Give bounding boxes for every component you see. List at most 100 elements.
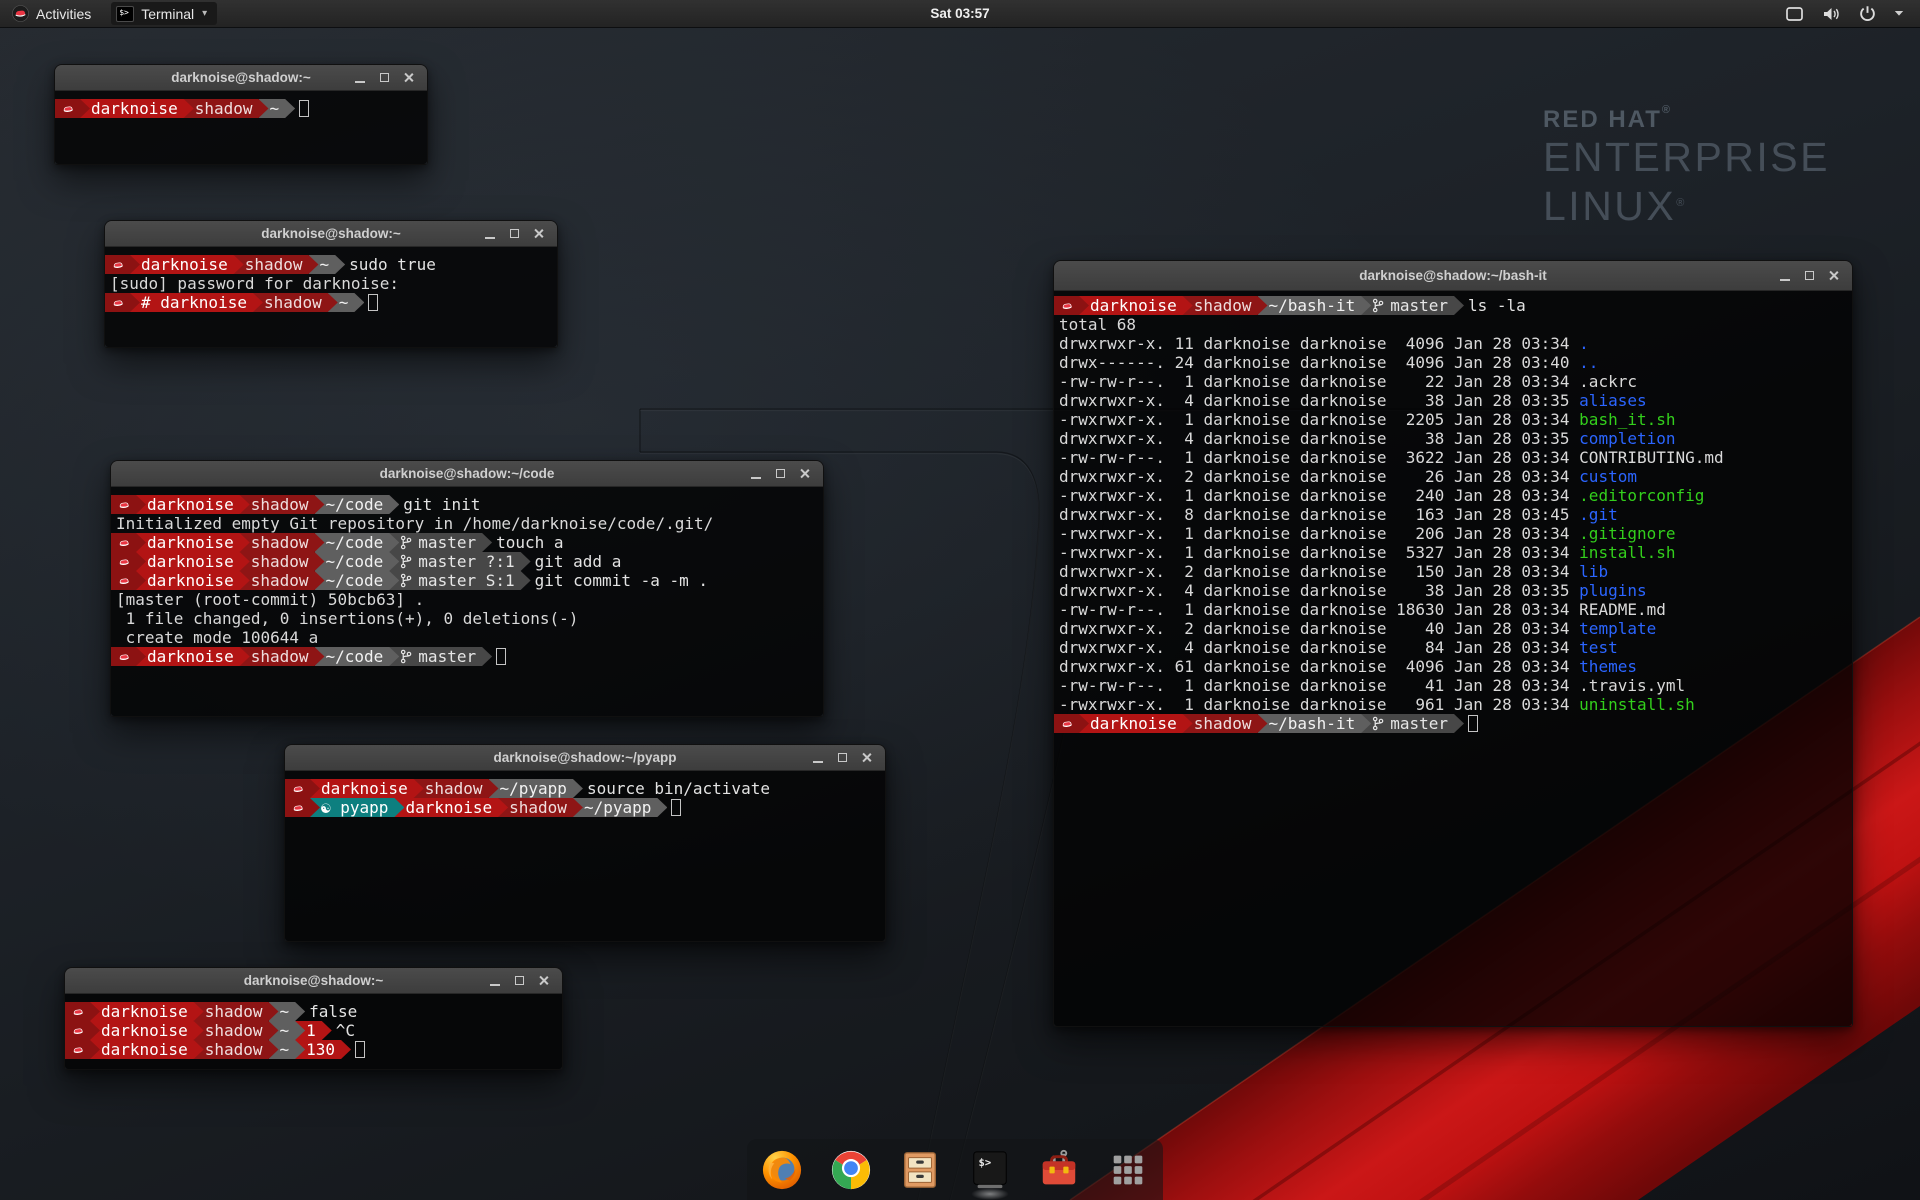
window-title: darknoise@shadow:~/bash-it: [1054, 268, 1852, 283]
redhat-fedora-icon: [1060, 718, 1075, 730]
dock-item-chrome[interactable]: [830, 1149, 872, 1191]
activities-button[interactable]: Activities: [0, 0, 101, 27]
volume-icon[interactable]: [1822, 6, 1841, 22]
output-line: -rw-rw-r--. 1 darknoise darknoise 41 Jan…: [1054, 676, 1852, 695]
close-button[interactable]: [526, 224, 550, 244]
redhat-fedora-icon: [291, 802, 306, 814]
firefox-icon: [761, 1149, 803, 1191]
terminal-screen[interactable]: darknoiseshadow~/bash-itmasterls -latota…: [1054, 291, 1852, 1026]
prompt-line: darknoiseshadow~/codemastertouch a: [111, 533, 823, 552]
prompt-segment-git: master S:1: [389, 571, 530, 590]
titlebar[interactable]: darknoise@shadow:~: [105, 221, 557, 247]
output-line: drwxrwxr-x. 2 darknoise darknoise 26 Jan…: [1054, 467, 1852, 486]
dock-item-files[interactable]: [899, 1149, 941, 1191]
prompt-line: # darknoiseshadow~: [105, 293, 557, 312]
window-controls: [478, 224, 557, 244]
titlebar[interactable]: darknoise@shadow:~: [55, 65, 427, 91]
titlebar[interactable]: darknoise@shadow:~/pyapp: [285, 745, 885, 771]
titlebar[interactable]: darknoise@shadow:~/code: [111, 461, 823, 487]
prompt-segment-user: darknoise: [80, 99, 194, 118]
prompt-line: darknoiseshadow~/bash-itmasterls -la: [1054, 296, 1852, 315]
maximize-button[interactable]: [1797, 266, 1821, 286]
display-icon[interactable]: [1785, 6, 1804, 22]
prompt-line: darknoiseshadow~1^C: [65, 1021, 562, 1040]
maximize-button[interactable]: [502, 224, 526, 244]
minimize-button[interactable]: [1773, 266, 1797, 286]
chrome-icon: [830, 1149, 872, 1191]
minimize-button[interactable]: [806, 748, 830, 768]
dock-item-firefox[interactable]: [761, 1149, 803, 1191]
terminal-screen[interactable]: darknoiseshadow~/codegit initInitialized…: [111, 487, 823, 716]
clock[interactable]: Sat 03:57: [0, 6, 1920, 21]
output-line: drwxrwxr-x. 4 darknoise darknoise 84 Jan…: [1054, 638, 1852, 657]
rhel-watermark: RED HAT® ENTERPRISE LINUX®: [1543, 104, 1830, 229]
window-controls: [806, 748, 885, 768]
terminal-screen[interactable]: darknoiseshadow~falsedarknoiseshadow~1^C…: [65, 994, 562, 1069]
window-title: darknoise@shadow:~/pyapp: [285, 750, 885, 765]
command-text: source bin/activate: [587, 779, 770, 798]
close-button[interactable]: [792, 464, 816, 484]
dock-item-terminal[interactable]: $>: [969, 1149, 1011, 1191]
output-line: [sudo] password for darknoise:: [105, 274, 557, 293]
toolbox-icon: [1038, 1149, 1080, 1191]
titlebar[interactable]: darknoise@shadow:~/bash-it: [1054, 261, 1852, 291]
maximize-button[interactable]: [372, 68, 396, 88]
prompt-segment-host: shadow: [414, 779, 499, 798]
git-branch-icon: [400, 649, 412, 664]
prompt-segment-host: shadow: [240, 571, 325, 590]
redhat-fedora-icon: [291, 783, 306, 795]
prompt-line: darknoiseshadow~/pyappsource bin/activat…: [285, 779, 885, 798]
close-button[interactable]: [531, 971, 555, 991]
minimize-button[interactable]: [483, 971, 507, 991]
prompt-segment-host: shadow: [184, 99, 269, 118]
maximize-button[interactable]: [768, 464, 792, 484]
power-icon[interactable]: [1859, 5, 1876, 22]
prompt-line: ☯ pyappdarknoiseshadow~/pyapp: [285, 798, 885, 817]
chevron-down-icon: ▾: [202, 8, 207, 19]
terminal-cursor: [299, 100, 309, 117]
dock-item-appgrid[interactable]: [1107, 1149, 1149, 1191]
terminal-screen[interactable]: darknoiseshadow~: [55, 91, 427, 164]
minimize-button[interactable]: [348, 68, 372, 88]
terminal-screen[interactable]: darknoiseshadow~/pyappsource bin/activat…: [285, 771, 885, 941]
dock-item-toolbox[interactable]: [1038, 1149, 1080, 1191]
redhat-fedora-icon: [71, 1044, 86, 1056]
prompt-segment-user: darknoise: [136, 495, 250, 514]
prompt-segment-user: darknoise: [394, 798, 508, 817]
prompt-segment-user: darknoise: [310, 779, 424, 798]
terminal-cursor: [1468, 715, 1478, 732]
terminal-cursor: [368, 294, 378, 311]
output-line: drwxrwxr-x. 61 darknoise darknoise 4096 …: [1054, 657, 1852, 676]
command-text: ls -la: [1468, 296, 1526, 315]
minimize-button[interactable]: [744, 464, 768, 484]
git-branch-icon: [400, 535, 412, 550]
maximize-button[interactable]: [830, 748, 854, 768]
output-line: drwxrwxr-x. 2 darknoise darknoise 40 Jan…: [1054, 619, 1852, 638]
git-branch-icon: [1372, 716, 1384, 731]
titlebar[interactable]: darknoise@shadow:~: [65, 968, 562, 994]
prompt-segment-path: ~/code: [315, 495, 400, 514]
terminal-screen[interactable]: darknoiseshadow~sudo true[sudo] password…: [105, 247, 557, 347]
prompt-segment-user: darknoise: [90, 1040, 204, 1059]
window-controls: [483, 971, 562, 991]
output-line: -rwxrwxr-x. 1 darknoise darknoise 206 Ja…: [1054, 524, 1852, 543]
close-button[interactable]: [1821, 266, 1845, 286]
git-branch-icon: [400, 573, 412, 588]
prompt-segment-path: ~/code: [315, 533, 400, 552]
minimize-button[interactable]: [478, 224, 502, 244]
maximize-button[interactable]: [507, 971, 531, 991]
svg-text:$>: $>: [978, 1157, 991, 1169]
terminal-cursor: [355, 1041, 365, 1058]
output-line: -rw-rw-r--. 1 darknoise darknoise 22 Jan…: [1054, 372, 1852, 391]
command-text: git commit -a -m .: [535, 571, 708, 590]
command-text: sudo true: [349, 255, 436, 274]
close-button[interactable]: [854, 748, 878, 768]
close-button[interactable]: [396, 68, 420, 88]
prompt-line: darknoiseshadow~false: [65, 1002, 562, 1021]
prompt-segment-git: master ?:1: [389, 552, 530, 571]
window-controls: [1773, 266, 1852, 286]
app-menu-terminal[interactable]: $> Terminal ▾: [111, 2, 217, 25]
desktop: RED HAT® ENTERPRISE LINUX® darknoise@sha…: [0, 0, 1920, 1200]
prompt-segment-host: shadow: [194, 1040, 279, 1059]
system-menu-caret-icon[interactable]: [1894, 10, 1904, 17]
